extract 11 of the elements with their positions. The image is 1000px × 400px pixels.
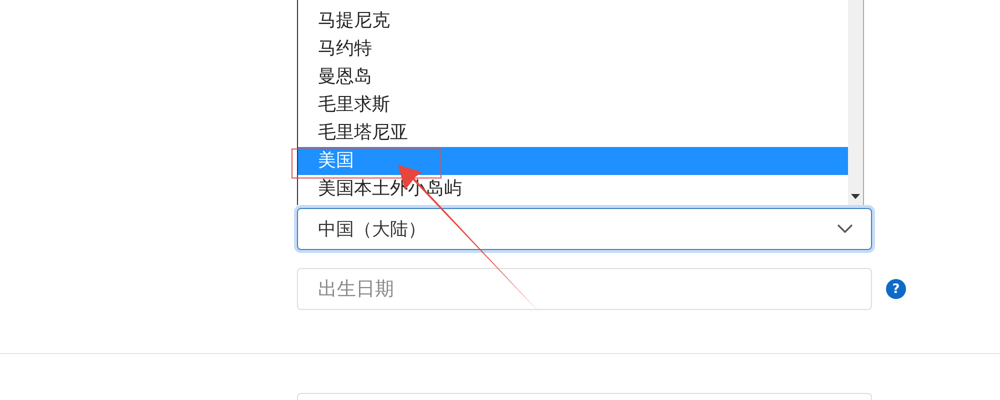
- country-option[interactable]: 毛里塔尼亚: [298, 119, 848, 147]
- help-icon[interactable]: ?: [886, 279, 906, 299]
- scrollbar[interactable]: [848, 0, 863, 205]
- country-select[interactable]: 中国（大陆）: [297, 208, 872, 250]
- country-option[interactable]: 曼恩岛: [298, 63, 848, 91]
- chevron-down-icon: [837, 224, 853, 234]
- country-option[interactable]: 毛里求斯: [298, 91, 848, 119]
- scroll-down-icon[interactable]: [851, 194, 860, 200]
- country-option[interactable]: 马约特: [298, 35, 848, 63]
- birth-date-field[interactable]: 出生日期: [297, 268, 872, 310]
- country-option[interactable]: 马提尼克: [298, 7, 848, 35]
